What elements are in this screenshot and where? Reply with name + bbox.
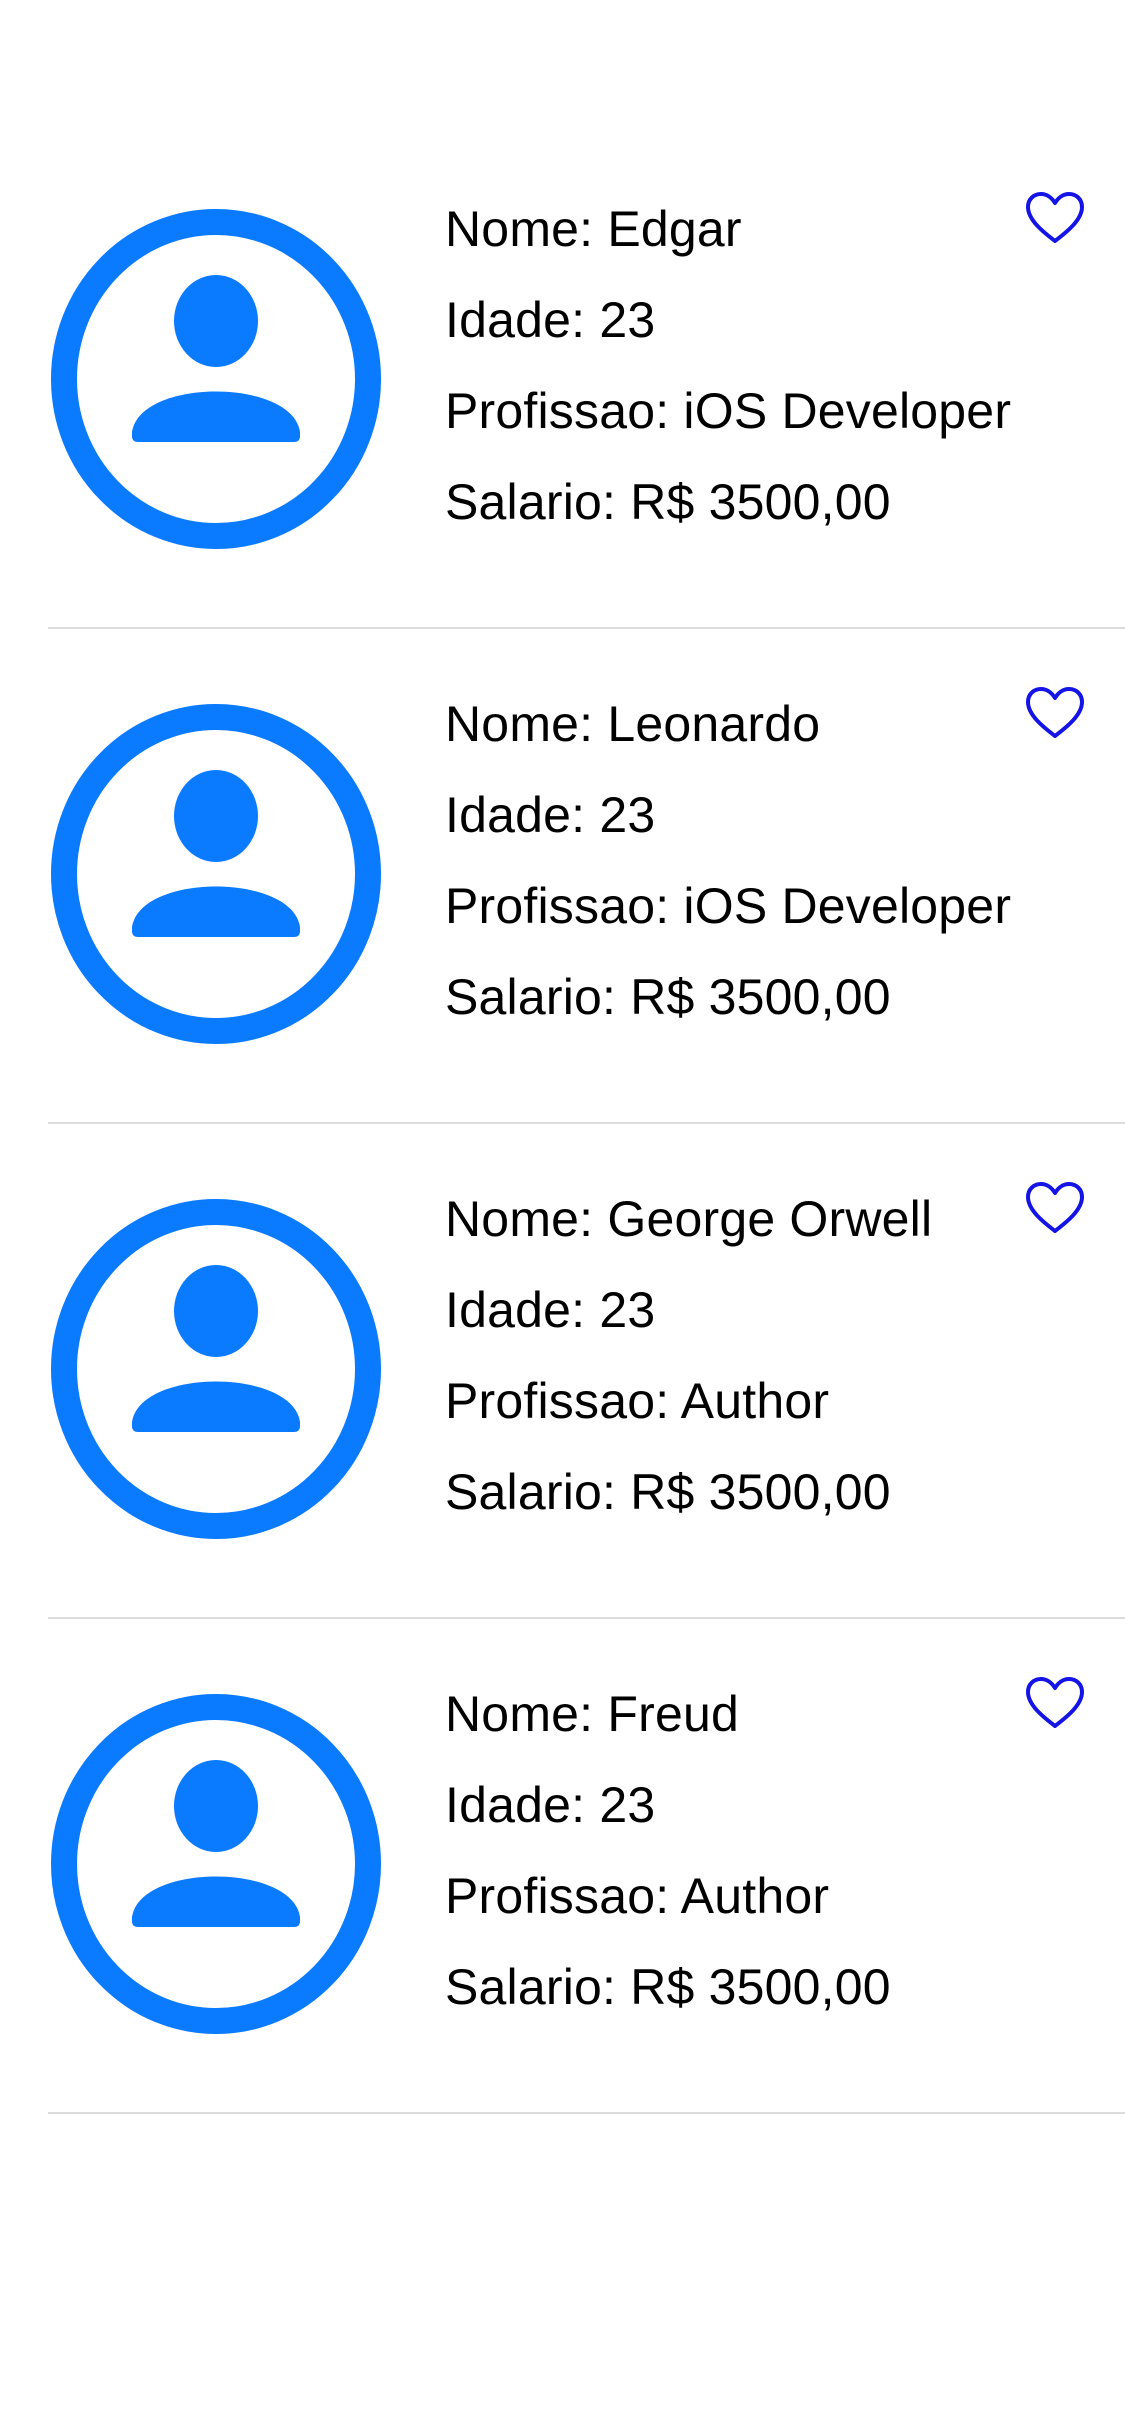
name-value: Edgar [607, 201, 742, 257]
person-info: Nome: Freud Idade: 23 Profissao: Author Sal… [445, 1669, 891, 2033]
age-label: Idade: [445, 292, 586, 348]
salary-row: Salario: R$ 3500,00 [445, 457, 1011, 548]
person-circle-icon [50, 703, 382, 1045]
age-row: Idade: 23 [445, 770, 1011, 861]
person-table[interactable]: Nome: Edgar Idade: 23 Profissao: iOS Develo… [0, 134, 1125, 2114]
person-info: Nome: Leonardo Idade: 23 Profissao: iOS Dev… [445, 679, 1011, 1043]
person-info: Nome: George Orwell Idade: 23 Profissao: Au… [445, 1174, 932, 1538]
salary-row: Salario: R$ 3500,00 [445, 952, 1011, 1043]
name-label: Nome: [445, 696, 594, 752]
heart-icon[interactable] [1024, 190, 1086, 246]
age-value: 23 [599, 1282, 656, 1338]
salary-value: R$ 3500,00 [630, 474, 891, 530]
profession-label: Profissao: [445, 1868, 670, 1924]
profession-label: Profissao: [445, 383, 670, 439]
age-value: 23 [599, 787, 656, 843]
name-label: Nome: [445, 1191, 594, 1247]
age-value: 23 [599, 292, 656, 348]
person-cell-leonardo[interactable]: Nome: Leonardo Idade: 23 Profissao: iOS Dev… [0, 629, 1125, 1124]
person-circle-icon [50, 1693, 382, 2035]
profession-row: Profissao: Author [445, 1851, 891, 1942]
heart-icon[interactable] [1024, 1180, 1086, 1236]
name-value: Leonardo [607, 696, 821, 752]
salary-value: R$ 3500,00 [630, 1464, 891, 1520]
salary-row: Salario: R$ 3500,00 [445, 1942, 891, 2033]
profession-value: iOS Developer [683, 383, 1012, 439]
profession-value: Author [680, 1373, 830, 1429]
profession-value: iOS Developer [683, 878, 1012, 934]
row-separator [48, 2112, 1125, 2114]
age-row: Idade: 23 [445, 275, 1011, 366]
profession-value: Author [680, 1868, 830, 1924]
profession-label: Profissao: [445, 1373, 670, 1429]
salary-label: Salario: [445, 969, 617, 1025]
age-value: 23 [599, 1777, 656, 1833]
name-row: Nome: Freud [445, 1669, 891, 1760]
age-row: Idade: 23 [445, 1265, 932, 1356]
salary-label: Salario: [445, 1464, 617, 1520]
profession-label: Profissao: [445, 878, 670, 934]
age-row: Idade: 23 [445, 1760, 891, 1851]
age-label: Idade: [445, 1282, 586, 1338]
name-row: Nome: Edgar [445, 184, 1011, 275]
salary-label: Salario: [445, 1959, 617, 2015]
profession-row: Profissao: iOS Developer [445, 861, 1011, 952]
name-label: Nome: [445, 201, 594, 257]
salary-label: Salario: [445, 474, 617, 530]
name-value: Freud [607, 1686, 739, 1742]
salary-value: R$ 3500,00 [630, 1959, 891, 2015]
person-cell-edgar[interactable]: Nome: Edgar Idade: 23 Profissao: iOS Develo… [0, 134, 1125, 629]
name-label: Nome: [445, 1686, 594, 1742]
name-row: Nome: Leonardo [445, 679, 1011, 770]
salary-value: R$ 3500,00 [630, 969, 891, 1025]
heart-icon[interactable] [1024, 1675, 1086, 1731]
person-cell-freud[interactable]: Nome: Freud Idade: 23 Profissao: Author Sal… [0, 1619, 1125, 2114]
person-circle-icon [50, 208, 382, 550]
person-info: Nome: Edgar Idade: 23 Profissao: iOS Develo… [445, 184, 1011, 548]
profession-row: Profissao: Author [445, 1356, 932, 1447]
person-circle-icon [50, 1198, 382, 1540]
heart-icon[interactable] [1024, 685, 1086, 741]
age-label: Idade: [445, 1777, 586, 1833]
salary-row: Salario: R$ 3500,00 [445, 1447, 932, 1538]
person-cell-george-orwell[interactable]: Nome: George Orwell Idade: 23 Profissao: Au… [0, 1124, 1125, 1619]
name-row: Nome: George Orwell [445, 1174, 932, 1265]
age-label: Idade: [445, 787, 586, 843]
profession-row: Profissao: iOS Developer [445, 366, 1011, 457]
name-value: George Orwell [607, 1191, 933, 1247]
